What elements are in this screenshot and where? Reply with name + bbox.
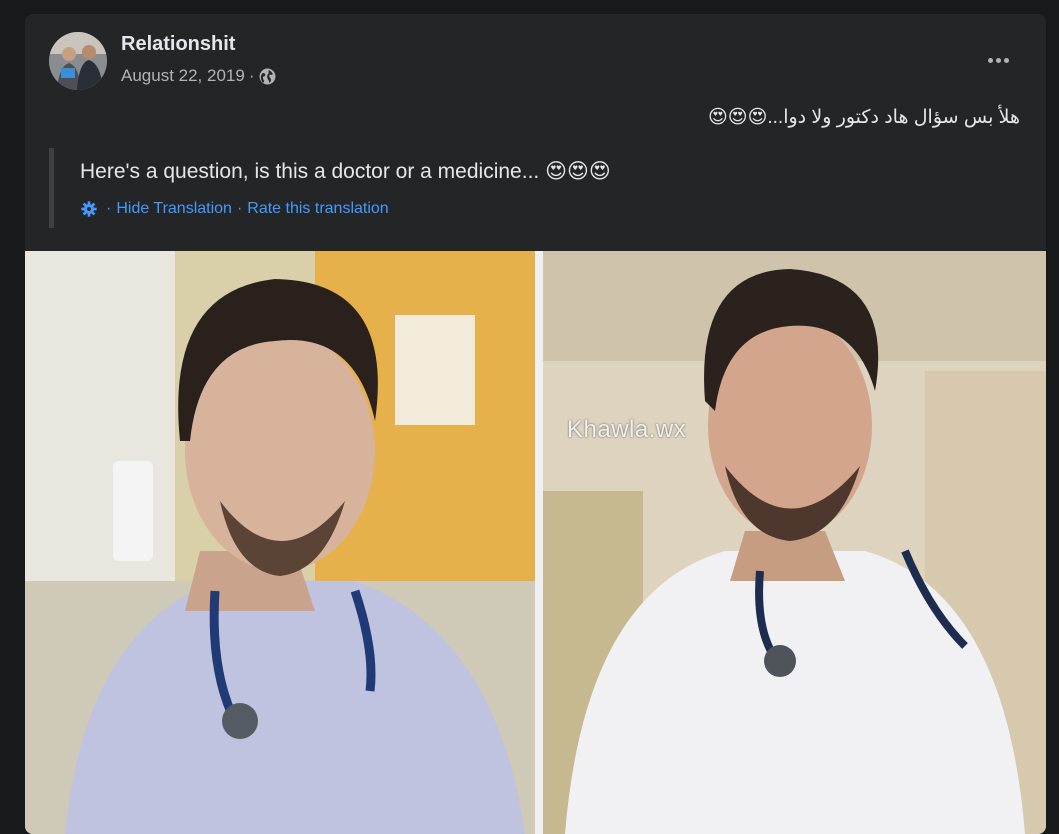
post-original-text: هلأ بس سؤال هاد دكتور ولا دوا...😍😍😍 [707,107,1020,128]
dot [1003,57,1009,63]
avatar-image [49,32,107,90]
post-card: Relationshit August 22, 2019 · هلأ بس سؤ… [25,14,1046,834]
rate-translation-link[interactable]: Rate this translation [247,200,388,218]
link-separator: · [106,200,112,217]
more-options-icon[interactable] [980,50,1016,70]
page-avatar[interactable] [49,32,107,90]
globe-icon[interactable] [259,68,276,85]
translated-text: Here's a question, is this a doctor or a… [80,160,611,183]
dot [995,57,1001,63]
hide-translation-link[interactable]: Hide Translation [116,200,232,218]
post-date[interactable]: August 22, 2019 [121,66,245,86]
photo-watermark: Khawla.wx [567,416,687,443]
photo-image [25,251,1046,834]
page-name[interactable]: Relationshit [121,33,235,56]
link-separator: · [236,200,243,217]
translation-block: Here's a question, is this a doctor or a… [49,148,994,228]
gear-icon[interactable] [80,200,98,218]
meta-separator: · [248,66,255,85]
post-photo[interactable]: Khawla.wx [25,251,1046,834]
dot [987,57,993,63]
post-meta: August 22, 2019 · [121,66,276,86]
translation-links: · Hide Translation · Rate this translati… [80,200,389,218]
